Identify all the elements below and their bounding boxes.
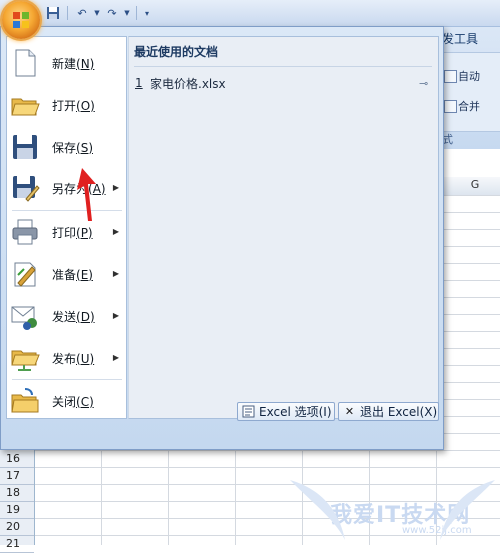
save-as-icon [10,173,40,203]
new-document-icon [10,48,40,78]
menu-item-prepare[interactable]: 准备(E) ▶ [6,254,125,294]
recent-file-number: 1 [135,76,143,90]
options-icon [242,405,255,418]
menu-item-key: (U) [76,351,95,366]
row-number[interactable]: 16 [0,451,34,468]
excel-options-button[interactable]: Excel 选项(I) [237,402,335,421]
quick-access-toolbar: ↶ ▼ ↷ ▼ ▾ [44,4,152,22]
excel-options-label: Excel 选项(I) [259,405,332,419]
prepare-icon [10,259,40,289]
office-logo-icon [13,12,29,28]
menu-item-label: 发送 [52,309,77,324]
menu-item-key: (N) [76,56,95,71]
redo-dropdown-icon[interactable]: ▼ [123,5,131,22]
recent-file-name: 家电价格.xlsx [150,76,226,91]
submenu-arrow-icon: ▶ [112,183,119,192]
menu-item-key: (D) [76,309,95,324]
menu-item-publish[interactable]: 发布(U) ▶ [6,338,125,378]
submenu-arrow-icon: ▶ [112,311,119,320]
menu-divider [12,210,122,211]
save-icon[interactable] [44,5,62,22]
menu-item-label: 准备 [52,267,77,282]
menu-item-label: 保存 [52,140,77,155]
menu-item-key: (O) [76,98,95,113]
pin-icon[interactable]: ⊸ [419,77,435,90]
recent-documents-header: 最近使用的文档 [134,45,219,59]
menu-item-new[interactable]: 新建(N) [6,43,125,83]
menu-item-save[interactable]: 保存(S) [6,127,125,167]
redo-icon[interactable]: ↷ [103,5,121,22]
ribbon-group-alignment [440,52,500,132]
undo-dropdown-icon[interactable]: ▼ [93,5,101,22]
publish-icon [10,343,40,373]
wrap-text-icon [444,70,457,83]
row-number[interactable]: 18 [0,485,34,502]
send-mail-icon [10,301,40,331]
watermark-wings-logo [290,480,495,540]
exit-excel-label: 退出 Excel(X) [360,405,438,419]
divider [134,66,432,67]
menu-item-key: (P) [76,225,93,240]
recent-file-item[interactable]: 1 家电价格.xlsx ⊸ [131,72,435,94]
menu-item-open[interactable]: 打开(O) [6,85,125,125]
menu-item-key: (E) [76,267,93,282]
menu-item-label: 发布 [52,351,77,366]
submenu-arrow-icon: ▶ [112,353,119,362]
submenu-arrow-icon: ▶ [112,269,119,278]
menu-item-label: 关闭 [52,394,77,409]
menu-divider [12,379,122,380]
row-number[interactable]: 19 [0,502,34,519]
row-number[interactable]: 17 [0,468,34,485]
menu-item-label: 打开 [52,98,77,113]
exit-icon: ✕ [344,405,355,418]
ribbon-group-label: 式 [442,133,453,146]
row-number[interactable]: 20 [0,519,34,536]
menu-item-close[interactable]: 关闭(C) [6,381,125,421]
menu-item-save-as[interactable]: 另存为(A) ▶ [6,168,125,208]
exit-excel-button[interactable]: ✕ 退出 Excel(X) [338,402,439,421]
undo-icon[interactable]: ↶ [73,5,91,22]
menu-item-print[interactable]: 打印(P) ▶ [6,212,125,252]
submenu-arrow-icon: ▶ [112,227,119,236]
menu-item-label: 打印 [52,225,77,240]
printer-icon [10,217,40,247]
customize-qat-icon[interactable]: ▾ [142,5,152,22]
menu-item-send[interactable]: 发送(D) ▶ [6,296,125,336]
save-disk-icon [10,132,40,162]
menu-item-label: 新建 [52,56,77,71]
column-header-g[interactable]: G [450,178,500,191]
qat-separator [67,6,68,20]
open-folder-icon [10,90,40,120]
close-folder-icon [10,386,40,416]
annotation-arrow-icon [77,168,96,221]
ribbon-merge-label[interactable]: 合并 [458,98,480,114]
menu-item-key: (S) [76,140,93,155]
merge-cells-icon [444,100,457,113]
qat-separator [136,6,137,20]
office-button[interactable] [2,1,40,39]
ribbon-tab-developer[interactable]: 发工具 [440,27,500,47]
ribbon-wrap-text-label[interactable]: 自动 [458,68,480,84]
menu-item-key: (C) [76,394,94,409]
